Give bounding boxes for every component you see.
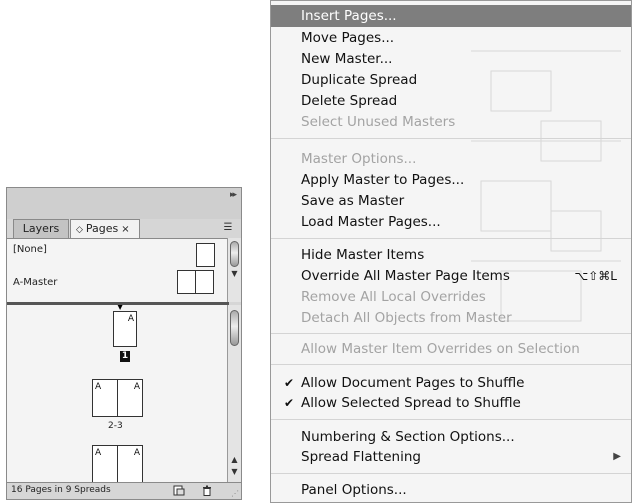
menu-item-label: Master Options... — [301, 151, 417, 167]
masters-scroll-thumb[interactable] — [230, 241, 239, 267]
menu-item-apply-master[interactable]: Apply Master to Pages... — [271, 169, 631, 191]
menu-separator — [271, 238, 631, 239]
menu-item-label: Save as Master — [301, 193, 405, 209]
checkmark-icon: ✔ — [284, 376, 295, 390]
tab-layers-label: Layers — [22, 222, 60, 235]
resize-grip-icon[interactable]: ⋰ — [231, 489, 239, 498]
master-none-thumbnail[interactable] — [196, 243, 215, 267]
menu-item-label: Spread Flattening — [301, 449, 421, 465]
menu-separator — [271, 138, 631, 139]
page-thumbnail-3[interactable]: A — [117, 379, 143, 417]
page-master-letter: A — [127, 314, 134, 324]
menu-separator — [271, 333, 631, 334]
double-right-arrow-icon[interactable]: ▸▸ — [230, 190, 237, 200]
master-a-left-thumbnail[interactable] — [177, 270, 196, 294]
menu-item-label: Apply Master to Pages... — [301, 172, 465, 188]
page-count-status: 16 Pages in 9 Spreads — [11, 485, 111, 495]
panel-menu-icon[interactable]: ☰ — [221, 221, 235, 235]
page-master-letter: A — [95, 448, 102, 458]
menu-item-hide-master-items[interactable]: Hide Master Items — [271, 244, 631, 266]
tab-pages[interactable]: ◇ Pages × — [70, 219, 140, 238]
scroll-down-arrow-icon[interactable]: ▼ — [228, 467, 241, 476]
menu-item-remove-local-overrides: Remove All Local Overrides — [271, 286, 631, 308]
menu-item-label: Allow Selected Spread to Shuffle — [301, 395, 521, 411]
tab-layers[interactable]: Layers — [13, 219, 69, 238]
masters-scrollbar[interactable]: ▼ — [227, 238, 241, 302]
page-thumbnail-4[interactable]: A — [92, 445, 118, 483]
menu-item-label: Panel Options... — [301, 482, 407, 498]
menu-item-shortcut: ⌥⇧⌘L — [574, 269, 617, 283]
menu-item-panel-options[interactable]: Panel Options... — [271, 479, 631, 501]
menu-item-label: Override All Master Page Items — [301, 268, 510, 284]
menu-item-label: Insert Pages... — [301, 8, 397, 24]
masters-section: [None] A-Master — [7, 238, 229, 303]
menu-item-duplicate-spread[interactable]: Duplicate Spread — [271, 69, 631, 91]
menu-item-override-all-master-items[interactable]: Override All Master Page Items ⌥⇧⌘L — [271, 265, 631, 287]
menu-item-label: Numbering & Section Options... — [301, 429, 515, 445]
close-icon[interactable]: × — [121, 224, 129, 235]
pages-panel: ▸▸ Layers ◇ Pages × ☰ [None] A-Master ▼ ▼ … — [6, 187, 242, 500]
page-master-letter: A — [95, 382, 102, 392]
menu-item-insert-pages[interactable]: Insert Pages... — [271, 5, 631, 27]
menu-separator — [271, 419, 631, 420]
scroll-down-arrow-icon[interactable]: ▼ — [228, 269, 241, 278]
menu-item-move-pages[interactable]: Move Pages... — [271, 27, 631, 49]
pages-scroll-thumb[interactable] — [230, 310, 239, 346]
menu-item-label: Allow Master Item Overrides on Selection — [301, 341, 580, 357]
menu-item-master-options: Master Options... — [271, 148, 631, 170]
page-master-letter: A — [133, 382, 140, 392]
menu-separator — [271, 364, 631, 365]
master-none-label[interactable]: [None] — [13, 244, 47, 255]
master-a-right-thumbnail[interactable] — [195, 270, 214, 294]
menu-item-allow-spread-shuffle[interactable]: ✔ Allow Selected Spread to Shuffle — [271, 392, 631, 414]
updown-arrow-icon: ◇ — [76, 225, 83, 235]
menu-item-load-master-pages[interactable]: Load Master Pages... — [271, 211, 631, 233]
menu-item-new-master[interactable]: New Master... — [271, 48, 631, 70]
master-a-label[interactable]: A-Master — [13, 277, 57, 288]
menu-item-delete-spread[interactable]: Delete Spread — [271, 90, 631, 112]
panel-title-bar[interactable] — [7, 188, 241, 219]
menu-item-label: New Master... — [301, 51, 393, 67]
new-page-icon[interactable] — [173, 485, 185, 496]
menu-item-label: Move Pages... — [301, 30, 395, 46]
submenu-arrow-icon: ▶ — [613, 451, 621, 462]
menu-item-label: Duplicate Spread — [301, 72, 418, 88]
menu-item-label: Delete Spread — [301, 93, 398, 109]
menu-item-select-unused-masters: Select Unused Masters — [271, 111, 631, 133]
page-master-letter: A — [133, 448, 140, 458]
menu-item-save-as-master[interactable]: Save as Master — [271, 190, 631, 212]
menu-item-numbering-section-options[interactable]: Numbering & Section Options... — [271, 426, 631, 448]
menu-item-label: Detach All Objects from Master — [301, 310, 512, 326]
scroll-up-arrow-icon[interactable]: ▲ — [228, 455, 241, 464]
menu-item-allow-master-overrides: Allow Master Item Overrides on Selection — [271, 338, 631, 360]
menu-item-label: Allow Document Pages to Shuffle — [301, 375, 525, 391]
menu-item-label: Load Master Pages... — [301, 214, 441, 230]
tab-pages-label: Pages — [85, 222, 119, 235]
menu-item-allow-document-pages-shuffle[interactable]: ✔ Allow Document Pages to Shuffle — [271, 372, 631, 394]
panel-status-bar: 16 Pages in 9 Spreads ⋰ — [7, 482, 241, 499]
page-thumbnail-2[interactable]: A — [92, 379, 118, 417]
checkmark-icon: ✔ — [284, 396, 295, 410]
menu-item-label: Remove All Local Overrides — [301, 289, 486, 305]
trash-icon[interactable] — [201, 485, 213, 496]
pages-panel-menu: Insert Pages... Move Pages... New Master… — [270, 0, 632, 503]
menu-item-label: Select Unused Masters — [301, 114, 456, 130]
menu-item-label: Hide Master Items — [301, 247, 425, 263]
pages-scrollbar[interactable]: ▲ ▼ — [227, 305, 241, 483]
spread-page-numbers: 2-3 — [108, 421, 123, 431]
menu-item-spread-flattening[interactable]: Spread Flattening ▶ — [271, 446, 631, 468]
menu-separator — [271, 473, 631, 474]
page-thumbnail-5[interactable]: A — [117, 445, 143, 483]
page-thumbnail-1[interactable]: A — [113, 311, 137, 347]
document-pages-section: ▼ A 1 A A 2-3 A A — [7, 305, 229, 483]
page-number-badge: 1 — [120, 351, 130, 362]
menu-item-detach-all-objects: Detach All Objects from Master — [271, 307, 631, 329]
